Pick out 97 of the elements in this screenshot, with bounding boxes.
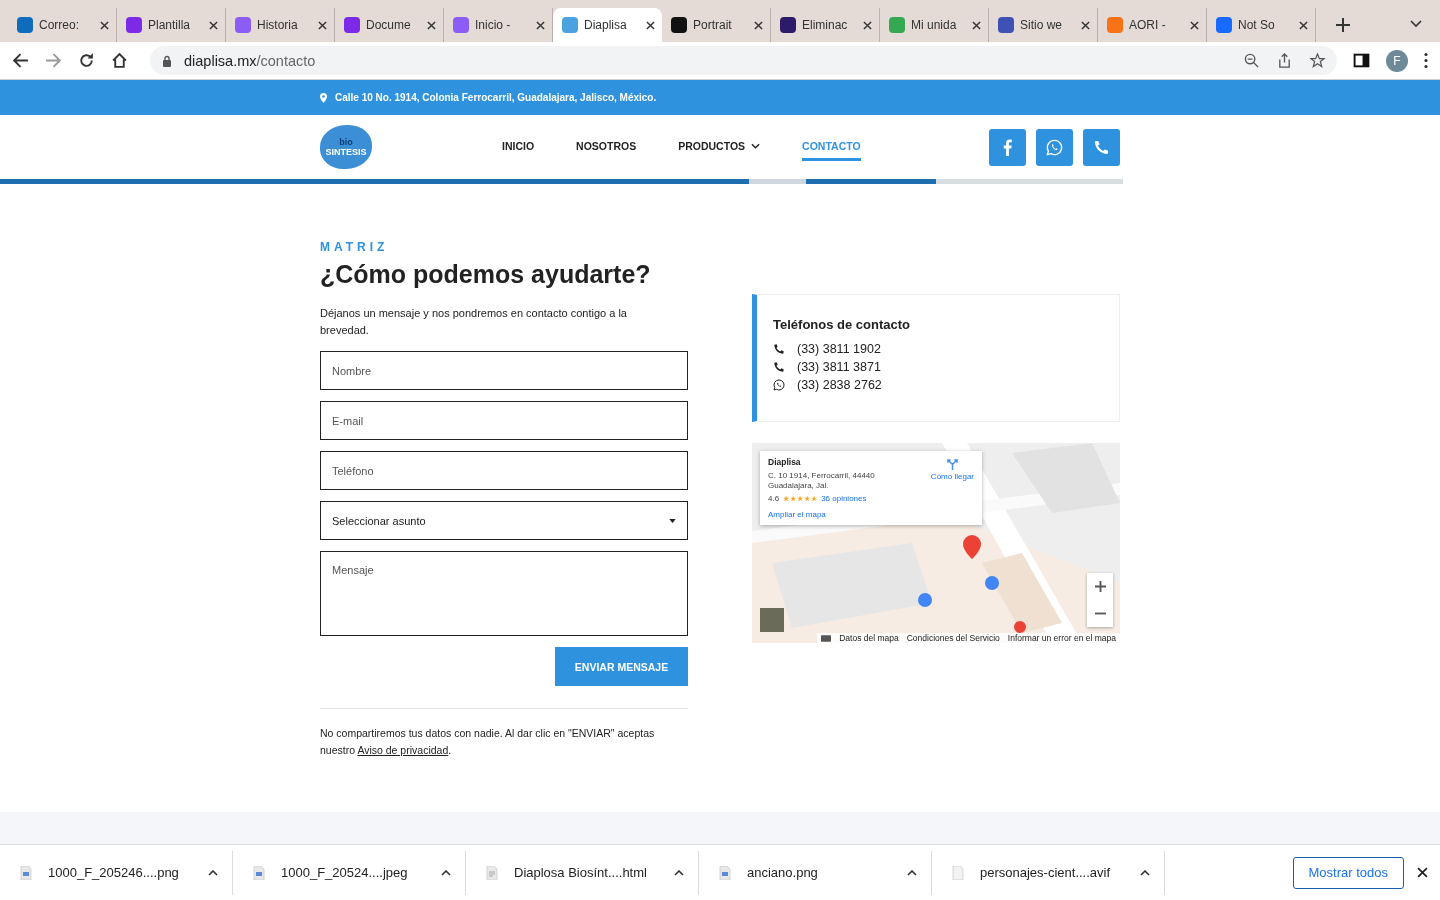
text-input-field[interactable]: Teléfono	[320, 451, 688, 490]
message-field[interactable]: Mensaje	[320, 551, 688, 636]
map-footer-link[interactable]: Condiciones del Servicio	[906, 633, 1000, 643]
close-icon[interactable]	[318, 20, 327, 30]
whatsapp-icon	[1046, 138, 1063, 156]
download-item[interactable]: Diaplosa Biosínt....html	[466, 850, 699, 895]
caret-icon[interactable]	[674, 869, 684, 876]
place-name: Diaplisa	[768, 457, 802, 467]
map-footer-link[interactable]: Informar un error en el mapa	[1007, 633, 1116, 643]
caret-icon[interactable]	[1140, 869, 1150, 876]
bookmark-star-icon[interactable]	[1310, 53, 1325, 68]
enlarge-map-link[interactable]: Ampliar el mapa	[768, 510, 826, 519]
home-icon[interactable]	[111, 52, 128, 69]
download-item[interactable]: anciano.png	[699, 850, 932, 895]
favicon-icon	[671, 17, 687, 33]
directions-icon	[946, 459, 958, 470]
reload-icon[interactable]	[78, 52, 95, 69]
show-all-button[interactable]: Mostrar todos	[1292, 856, 1404, 889]
image-file-icon	[253, 865, 265, 880]
nav-link[interactable]: INICIO	[502, 133, 535, 161]
phone-icon	[1093, 138, 1110, 156]
close-icon[interactable]	[972, 20, 981, 30]
zoom-icon[interactable]	[1244, 53, 1259, 68]
whatsapp-button[interactable]	[1036, 128, 1073, 166]
download-item[interactable]: 1000_F_205246....png	[0, 850, 233, 895]
favicon-icon	[126, 17, 142, 33]
favicon-icon	[344, 17, 360, 33]
phone-icon	[773, 361, 785, 373]
browser-tab[interactable]: Diaplisa	[553, 8, 662, 42]
file-icon	[486, 865, 498, 880]
favicon-icon	[235, 17, 251, 33]
phone-button[interactable]	[1083, 128, 1120, 166]
directions-link[interactable]: Cómo llegar	[930, 457, 974, 519]
close-icon[interactable]	[1299, 20, 1308, 30]
side-panel-icon[interactable]	[1353, 52, 1370, 69]
place-address: Guadalajara, Jal.	[768, 481, 830, 491]
new-tab-icon[interactable]	[1336, 18, 1350, 32]
lock-icon	[162, 54, 172, 67]
caret-icon[interactable]	[208, 869, 218, 876]
zoom-in-button[interactable]	[1087, 573, 1113, 600]
share-icon[interactable]	[1277, 53, 1292, 68]
favicon-icon	[453, 17, 469, 33]
favicon-icon	[889, 17, 905, 33]
favicon-icon	[780, 17, 796, 33]
location-pin-icon	[320, 92, 327, 103]
back-icon[interactable]	[12, 52, 29, 69]
favicon-icon	[562, 17, 578, 33]
favicon-icon	[17, 17, 33, 33]
street-address: Calle 10 No. 1914, Colonia Ferrocarril, Guadalajara, Jalisco, México.	[335, 92, 657, 103]
profile-avatar[interactable]: F	[1386, 49, 1408, 72]
plus-icon	[1094, 581, 1106, 592]
caret-icon[interactable]	[907, 869, 917, 876]
image-file-icon	[719, 865, 731, 880]
place-address: C. 10 1914, Ferrocarril, 44440	[768, 471, 876, 481]
close-icon[interactable]	[427, 20, 436, 30]
favicon-icon	[1107, 17, 1123, 33]
keyboard-icon[interactable]	[821, 634, 832, 642]
card-title: Teléfonos de contacto	[773, 317, 911, 332]
phone-number[interactable]: (33) 3811 3871	[797, 358, 881, 376]
close-icon[interactable]	[209, 20, 218, 30]
close-icon[interactable]	[1417, 867, 1428, 878]
caret-icon[interactable]	[441, 869, 451, 876]
privacy-notice: No compartiremos tus datos con nadie. Al dar clic en "ENVIAR" aceptas nuestro Aviso de privacidad.	[320, 726, 655, 758]
phone-icon	[773, 343, 785, 355]
forward-icon[interactable]	[45, 52, 62, 69]
phone-number[interactable]: (33) 3811 1902	[797, 340, 881, 358]
section-heading: ¿Cómo podemos ayudarte?	[320, 260, 652, 289]
map-footer-link[interactable]: Datos del mapa	[839, 633, 899, 643]
subject-dropdown[interactable]: Seleccionar asunto	[320, 501, 688, 540]
address-field[interactable]: diaplisa.mx/contacto	[150, 46, 1337, 75]
close-icon[interactable]	[1081, 20, 1090, 30]
close-icon[interactable]	[646, 20, 655, 30]
section-eyebrow: MATRIZ	[320, 240, 390, 254]
text-input-field[interactable]: E-mail	[320, 401, 688, 440]
favicon-icon	[1216, 17, 1232, 33]
file-icon	[952, 865, 964, 880]
phone-number[interactable]: (33) 2838 2762	[797, 376, 882, 394]
rating-value: 4.6	[768, 494, 780, 503]
close-icon[interactable]	[754, 20, 763, 30]
text-input-field[interactable]: Nombre	[320, 351, 688, 390]
nav-link[interactable]: PRODUCTOS	[678, 133, 761, 161]
menu-icon[interactable]	[1424, 52, 1428, 69]
intro-text: Déjanos un mensaje y nos pondremos en contacto contigo a la brevedad.	[320, 306, 628, 338]
favicon-icon	[998, 17, 1014, 33]
image-file-icon	[20, 865, 32, 880]
download-item[interactable]: personajes-cient....avif	[932, 850, 1165, 895]
reviews-link[interactable]: 36 opiniones	[821, 494, 867, 503]
whatsapp-icon	[773, 379, 785, 391]
nav-link[interactable]: NOSOTROS	[576, 133, 637, 161]
close-icon[interactable]	[1190, 20, 1199, 30]
download-item[interactable]: 1000_F_20524....jpeg	[233, 850, 466, 895]
close-icon[interactable]	[863, 20, 872, 30]
dropdown-arrow-icon	[669, 518, 676, 523]
close-icon[interactable]	[100, 20, 109, 30]
facebook-button[interactable]	[989, 128, 1026, 166]
tab-list-icon[interactable]	[1410, 20, 1422, 28]
close-icon[interactable]	[536, 20, 545, 30]
